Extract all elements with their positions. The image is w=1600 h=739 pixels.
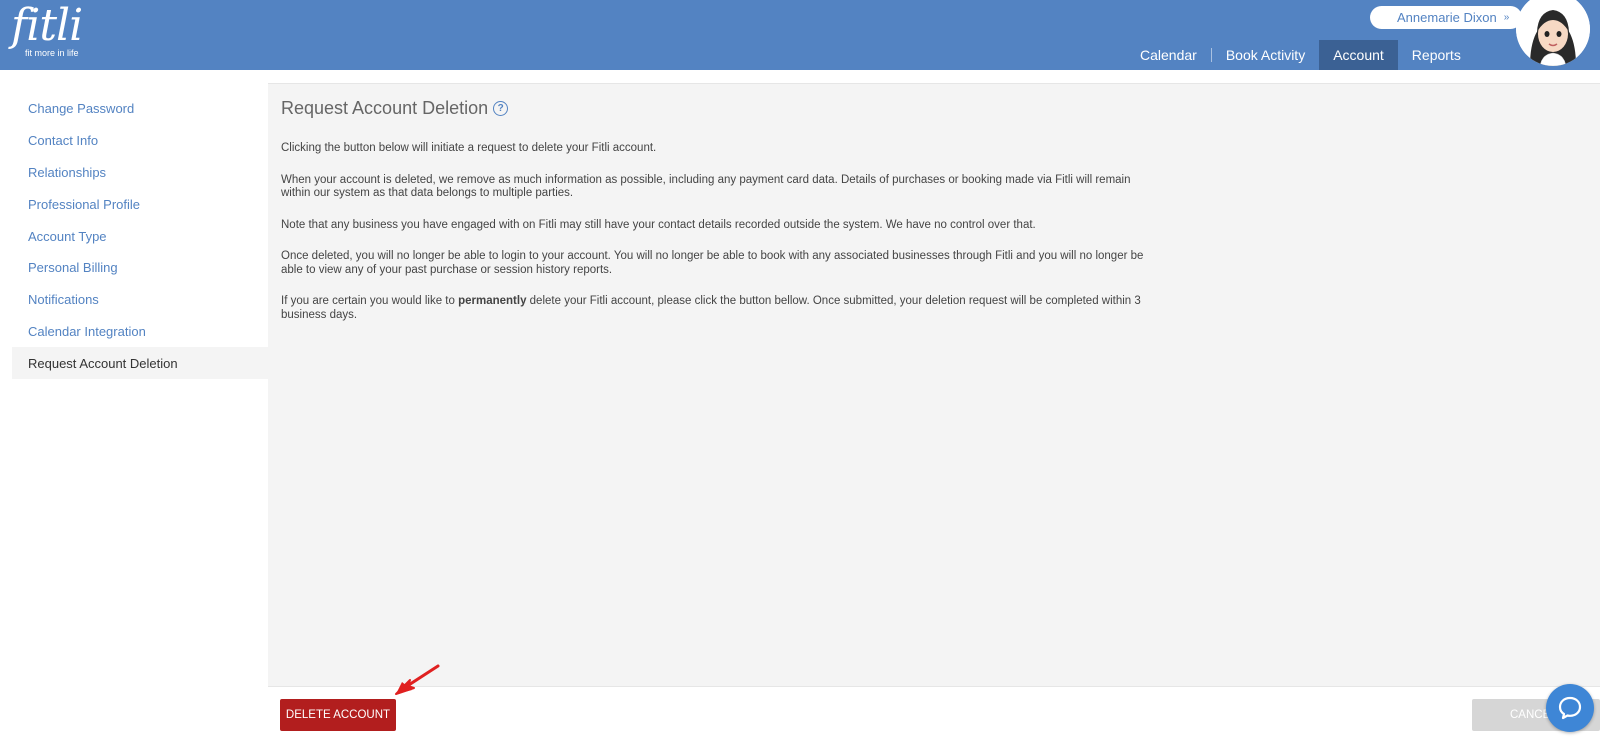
sidebar-item-label: Professional Profile	[28, 196, 140, 212]
user-name: Annemarie Dixon	[1397, 10, 1497, 25]
account-sidebar: Change Password Contact Info Relationshi…	[12, 93, 268, 380]
user-menu[interactable]: Annemarie Dixon »	[1370, 6, 1522, 29]
tab-label: Calendar	[1140, 47, 1197, 63]
sidebar-item-change-password[interactable]: Change Password	[12, 93, 268, 125]
info-paragraph: When your account is deleted, we remove …	[281, 173, 1131, 200]
tab-label: Account	[1333, 47, 1384, 63]
main-nav: Calendar Book Activity Account Reports	[1126, 40, 1475, 70]
page-title-row: Request Account Deletion ?	[281, 98, 509, 119]
delete-account-button[interactable]: DELETE ACCOUNT	[280, 699, 396, 731]
tab-reports[interactable]: Reports	[1398, 40, 1475, 70]
logo-text: fitli	[11, 0, 83, 51]
info-paragraph: Once deleted, you will no longer be able…	[281, 250, 1144, 276]
sidebar-item-label: Notifications	[28, 292, 99, 308]
chat-bubble-icon	[1558, 696, 1582, 720]
info-paragraph: Note that any business you have engaged …	[281, 218, 1036, 231]
sidebar-item-personal-billing[interactable]: Personal Billing	[12, 252, 268, 284]
sidebar-item-label: Change Password	[28, 101, 135, 117]
deletion-info: Clicking the button below will initiate …	[281, 142, 1151, 340]
help-icon[interactable]: ?	[493, 101, 509, 116]
sidebar-item-label: Account Type	[28, 228, 107, 244]
sidebar-item-label: Request Account Deletion	[28, 355, 178, 371]
sidebar-item-account-type[interactable]: Account Type	[12, 220, 268, 252]
sidebar-item-label: Personal Billing	[28, 260, 118, 276]
logo-tagline: fit more in life	[25, 48, 79, 58]
sidebar-item-relationships[interactable]: Relationships	[12, 157, 268, 189]
page-title: Request Account Deletion	[281, 98, 489, 118]
sidebar-item-label: Relationships	[28, 164, 107, 180]
tab-label: Book Activity	[1225, 47, 1306, 63]
sidebar-item-professional-profile[interactable]: Professional Profile	[12, 188, 268, 220]
tab-account[interactable]: Account	[1319, 40, 1398, 70]
fitli-logo[interactable]: fitli fit more in life	[11, 0, 83, 59]
top-header: fitli fit more in life Annemarie Dixon »…	[0, 0, 1600, 70]
sidebar-item-calendar-integration[interactable]: Calendar Integration	[12, 316, 268, 348]
chevron-down-icon: »	[1503, 12, 1510, 23]
tab-book-activity[interactable]: Book Activity	[1212, 40, 1319, 70]
sidebar-item-label: Contact Info	[28, 133, 99, 149]
main-panel: Request Account Deletion ? Clicking the …	[268, 83, 1600, 686]
confirm-paragraph: If you are certain you would like to per…	[281, 295, 1151, 322]
tab-label: Reports	[1411, 47, 1461, 63]
sidebar-item-request-account-deletion[interactable]: Request Account Deletion	[12, 347, 268, 380]
chat-button[interactable]	[1546, 684, 1594, 732]
info-paragraph: Clicking the button below will initiate …	[281, 142, 657, 154]
tab-calendar[interactable]: Calendar	[1126, 40, 1211, 70]
confirm-text-bold: permanently	[458, 295, 527, 307]
action-footer: DELETE ACCOUNT CANCEL	[268, 686, 1600, 739]
confirm-text-start: If you are certain you would like to	[281, 295, 459, 307]
sidebar-item-contact-info[interactable]: Contact Info	[12, 125, 268, 157]
sidebar-item-notifications[interactable]: Notifications	[12, 284, 268, 316]
sidebar-item-label: Calendar Integration	[28, 323, 146, 339]
